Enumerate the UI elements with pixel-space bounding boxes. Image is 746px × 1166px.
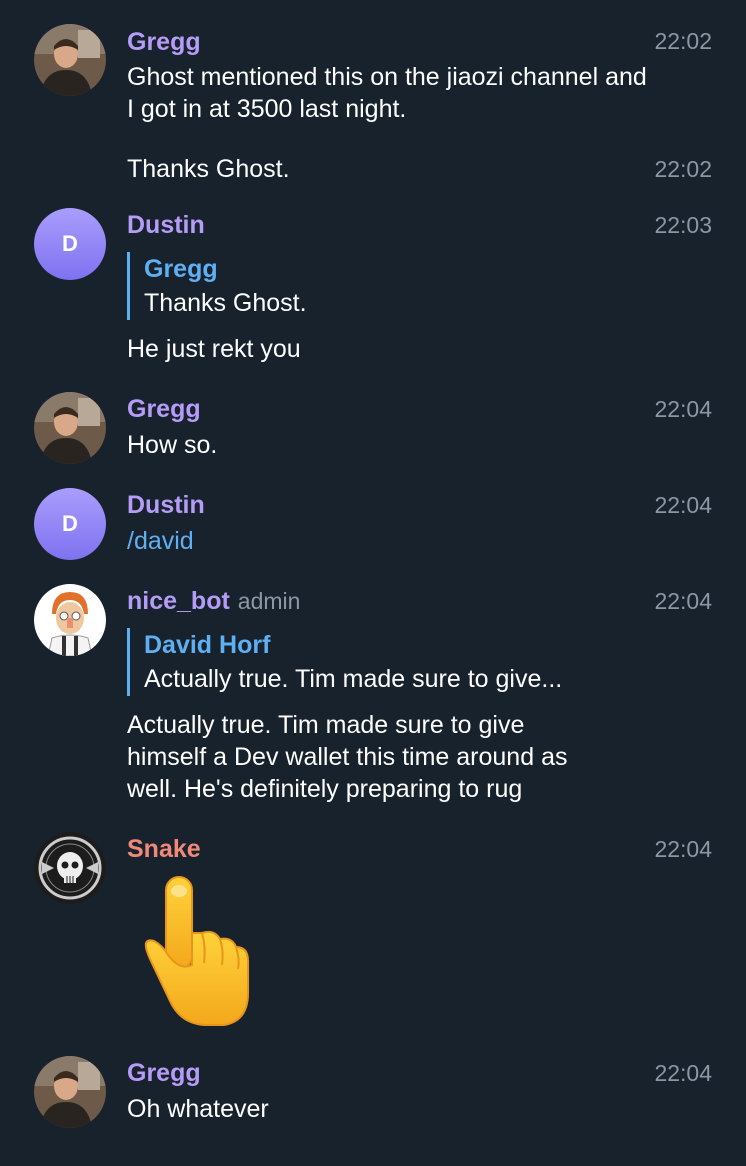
gregg-avatar[interactable] <box>34 392 106 464</box>
message-text: He just rekt you <box>127 335 301 363</box>
sender-name[interactable]: Dustin <box>127 490 205 520</box>
message-time: 22:04 <box>654 396 712 422</box>
sender-name[interactable]: Gregg <box>127 1058 201 1088</box>
bot-command-link[interactable]: /david <box>127 525 647 557</box>
message-text: Thanks Ghost. <box>127 155 290 183</box>
sender-name-text[interactable]: nice_bot <box>127 587 230 615</box>
reply-quote[interactable]: Gregg Thanks Ghost. <box>127 252 614 320</box>
message-time: 22:04 <box>654 492 712 518</box>
nice-bot-avatar[interactable] <box>34 584 106 656</box>
sender-name[interactable]: Gregg <box>127 394 201 424</box>
message-text: Actually true. Tim made sure to give him… <box>127 711 568 803</box>
reply-author: David Horf <box>144 631 271 659</box>
message-time: 22:03 <box>654 212 712 238</box>
message-text: Oh whatever <box>127 1095 269 1123</box>
reply-quote[interactable]: David Horf Actually true. Tim made sure … <box>127 628 614 696</box>
message-time: 22:02 <box>654 156 712 182</box>
snake-avatar[interactable] <box>34 832 106 904</box>
message-time: 22:04 <box>654 1060 712 1086</box>
reply-author: Gregg <box>144 255 218 283</box>
sender-name[interactable]: nice_bot admin <box>127 586 300 616</box>
pointing-up-hand-emoji[interactable] <box>140 875 260 1035</box>
dustin-avatar[interactable]: D <box>34 208 106 280</box>
admin-badge: admin <box>237 588 301 614</box>
message-time: 22:04 <box>654 588 712 614</box>
reply-text: Actually true. Tim made sure to give... <box>144 665 563 693</box>
gregg-avatar[interactable] <box>34 24 106 96</box>
message-text: How so. <box>127 431 218 459</box>
sender-name[interactable]: Dustin <box>127 210 205 240</box>
sender-name[interactable]: Gregg <box>127 27 201 57</box>
message-time: 22:02 <box>654 28 712 54</box>
message-time: 22:04 <box>654 836 712 862</box>
dustin-avatar[interactable]: D <box>34 488 106 560</box>
message-text: Ghost mentioned this on the jiaozi chann… <box>127 63 647 123</box>
gregg-avatar[interactable] <box>34 1056 106 1128</box>
sender-name[interactable]: Snake <box>127 834 201 864</box>
reply-text: Thanks Ghost. <box>144 289 307 317</box>
